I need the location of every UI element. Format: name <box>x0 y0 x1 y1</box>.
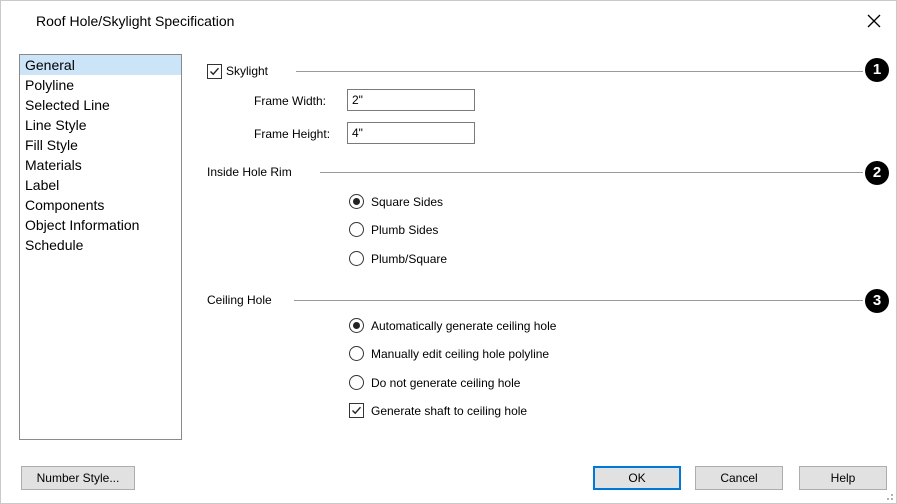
inside-hole-rim-heading: Inside Hole Rim <box>207 165 292 179</box>
sidebar-item-components[interactable]: Components <box>20 195 181 215</box>
manual-ceiling-hole-radio[interactable] <box>349 346 364 361</box>
sidebar-item-fill-style[interactable]: Fill Style <box>20 135 181 155</box>
square-sides-radio[interactable] <box>349 194 364 209</box>
skylight-checkbox[interactable] <box>207 64 222 79</box>
generate-shaft-checkbox[interactable] <box>349 403 364 418</box>
ok-button[interactable]: OK <box>593 466 681 490</box>
no-ceiling-hole-radio[interactable] <box>349 375 364 390</box>
sidebar-item-general[interactable]: General <box>20 55 181 75</box>
frame-height-field[interactable] <box>347 122 475 144</box>
sidebar-item-label[interactable]: Label <box>20 175 181 195</box>
no-ceiling-hole-label: Do not generate ceiling hole <box>371 376 521 390</box>
checkmark-icon <box>210 67 220 76</box>
plumb-sides-label: Plumb Sides <box>371 223 439 237</box>
plumb-sides-radio[interactable] <box>349 222 364 237</box>
number-style-button[interactable]: Number Style... <box>21 466 135 490</box>
title-bar: Roof Hole/Skylight Specification <box>1 1 896 41</box>
skylight-label: Skylight <box>226 64 269 78</box>
section-divider <box>320 172 863 173</box>
plumb-square-label: Plumb/Square <box>371 252 448 266</box>
category-list: General Polyline Selected Line Line Styl… <box>19 54 182 440</box>
auto-ceiling-hole-radio[interactable] <box>349 318 364 333</box>
close-icon[interactable] <box>862 9 886 33</box>
cancel-button[interactable]: Cancel <box>695 466 783 490</box>
sidebar-item-schedule[interactable]: Schedule <box>20 235 181 255</box>
section-divider <box>294 300 863 301</box>
resize-grip-icon[interactable] <box>882 489 894 501</box>
frame-width-label: Frame Width: <box>254 94 327 108</box>
section-divider <box>296 71 863 72</box>
dialog-window: Roof Hole/Skylight Specification General… <box>0 0 897 504</box>
help-button[interactable]: Help <box>799 466 887 490</box>
frame-height-label: Frame Height: <box>254 127 331 141</box>
callout-badge-3: 3 <box>865 289 889 313</box>
auto-ceiling-hole-label: Automatically generate ceiling hole <box>371 319 557 333</box>
sidebar-item-line-style[interactable]: Line Style <box>20 115 181 135</box>
callout-badge-1: 1 <box>865 58 889 82</box>
callout-badge-2: 2 <box>865 161 889 185</box>
sidebar-item-materials[interactable]: Materials <box>20 155 181 175</box>
ceiling-hole-heading: Ceiling Hole <box>207 293 272 307</box>
frame-width-field[interactable] <box>347 89 475 111</box>
window-title: Roof Hole/Skylight Specification <box>36 13 235 29</box>
sidebar-item-object-information[interactable]: Object Information <box>20 215 181 235</box>
plumb-square-radio[interactable] <box>349 251 364 266</box>
sidebar-item-polyline[interactable]: Polyline <box>20 75 181 95</box>
manual-ceiling-hole-label: Manually edit ceiling hole polyline <box>371 347 550 361</box>
checkmark-icon <box>352 406 362 415</box>
sidebar-item-selected-line[interactable]: Selected Line <box>20 95 181 115</box>
square-sides-label: Square Sides <box>371 195 444 209</box>
generate-shaft-label: Generate shaft to ceiling hole <box>371 404 528 418</box>
